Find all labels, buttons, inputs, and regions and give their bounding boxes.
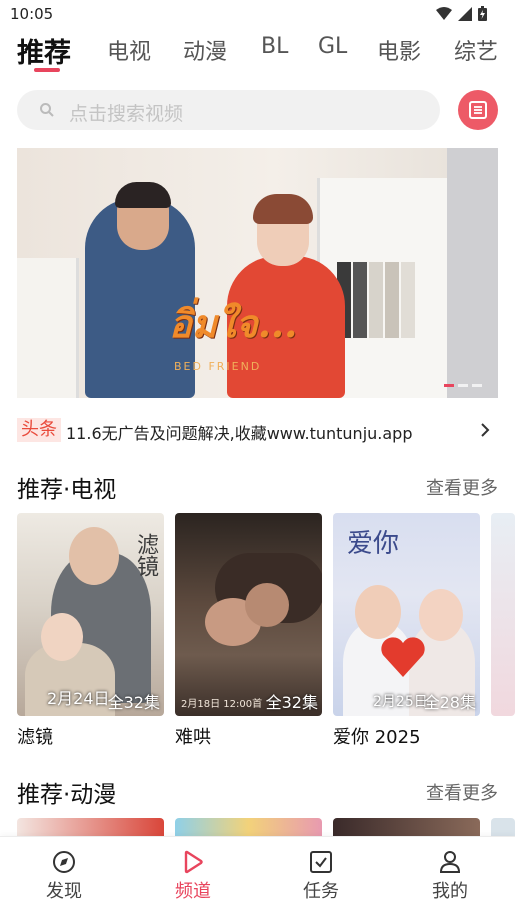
nav-profile-label: 我的 (432, 881, 468, 902)
tab-bl[interactable]: BL (261, 34, 288, 59)
nav-task-label: 任务 (303, 881, 339, 902)
channel-icon (184, 850, 203, 874)
bottom-navigation: 发现 频道 任务 我的 (0, 836, 515, 916)
carousel-dots (444, 384, 482, 387)
section-title-tv: 推荐·电视 (17, 477, 117, 503)
signal-icon (458, 6, 472, 21)
category-tabs: 推荐 电视 动漫 BL GL 电影 综艺 (0, 30, 515, 80)
banner-actor-1-hair (115, 182, 171, 208)
nav-profile[interactable]: 我的 (386, 837, 514, 916)
tv-poster: 爱你 2月25日 全28集 (333, 513, 480, 716)
tab-recommend[interactable]: 推荐 (17, 31, 71, 70)
poster-title-art: 滤镜 (133, 533, 158, 577)
nav-channel[interactable]: 频道 (129, 837, 257, 916)
poster-face (41, 613, 83, 661)
nav-discover[interactable]: 发现 (0, 837, 128, 916)
nav-discover-label: 发现 (46, 881, 82, 902)
tab-anime[interactable]: 动漫 (183, 34, 227, 66)
list-icon (469, 101, 487, 119)
anime-poster[interactable] (333, 818, 480, 836)
status-icons (436, 6, 487, 21)
episode-count: 全28集 (423, 693, 476, 712)
banner-logo: อิ่มใจ... (169, 301, 298, 346)
banner-next-slide-peek (447, 148, 498, 398)
anime-poster[interactable] (17, 818, 164, 836)
search-icon (40, 103, 54, 117)
task-icon (310, 851, 332, 873)
nav-channel-label: 频道 (175, 881, 211, 902)
banner-binder (385, 262, 399, 338)
poster-caption: 2月24日 (47, 689, 110, 708)
wifi-icon (436, 6, 452, 20)
banner-logo-subtitle: BED FRIEND (174, 360, 262, 373)
tv-title: 爱你 2025 (333, 727, 421, 748)
tv-card[interactable]: 爱你 2月25日 全28集 爱你 2025 (333, 513, 480, 748)
tab-movie[interactable]: 电影 (377, 34, 421, 66)
status-time: 10:05 (10, 5, 54, 23)
tv-card[interactable]: 滤镜 2月24日 全32集 滤镜 (17, 513, 164, 748)
tab-gl[interactable]: GL (318, 34, 347, 59)
tv-card[interactable]: 仙 (491, 513, 515, 716)
search-placeholder: 点击搜索视频 (69, 103, 184, 125)
battery-icon (478, 6, 487, 21)
anime-poster[interactable] (175, 818, 322, 836)
more-link-tv[interactable]: 查看更多 (426, 474, 498, 500)
tv-card[interactable]: 2月18日 12:00首 全32集 难哄 (175, 513, 322, 748)
profile-icon (439, 851, 461, 873)
carousel-dot (458, 384, 468, 387)
chevron-right-icon (481, 423, 490, 437)
tv-poster: 2月18日 12:00首 全32集 (175, 513, 322, 716)
tab-tv[interactable]: 电视 (107, 34, 151, 66)
poster-face (245, 583, 289, 627)
episode-count: 全32集 (107, 693, 160, 712)
tv-poster: 滤镜 2月24日 全32集 (17, 513, 164, 716)
active-tab-indicator (34, 68, 60, 72)
headline-tag: 头条 (17, 418, 61, 442)
tv-title: 难哄 (175, 727, 211, 748)
tv-poster (491, 513, 515, 716)
banner-binder (369, 262, 383, 338)
tv-title: 滤镜 (17, 727, 53, 748)
anime-poster[interactable] (491, 818, 515, 836)
poster-caption: 2月18日 12:00首 (181, 699, 263, 710)
episode-count: 全32集 (265, 693, 318, 712)
banner-binder (353, 262, 367, 338)
more-link-anime[interactable]: 查看更多 (426, 779, 498, 805)
poster-face (69, 527, 119, 585)
banner-carousel[interactable]: อิ่มใจ... BED FRIEND (17, 148, 498, 398)
headline-text: 11.6无广告及问题解决,收藏www.tuntunju.app (66, 424, 413, 443)
discover-icon (53, 851, 75, 873)
banner-binder (401, 262, 415, 338)
status-bar: 10:05 (0, 0, 515, 30)
banner-actor-2-hair (253, 194, 313, 224)
search-bar[interactable]: 点击搜索视频 (17, 90, 440, 130)
poster-face (419, 589, 463, 641)
poster-face (355, 585, 401, 639)
poster-caption: 2月25日 (373, 694, 428, 710)
tab-variety[interactable]: 综艺 (454, 34, 498, 66)
heart-balloon-icon (381, 637, 425, 677)
section-title-anime: 推荐·动漫 (17, 782, 117, 808)
headline-notice[interactable]: 头条 11.6无广告及问题解决,收藏www.tuntunju.app (17, 418, 498, 444)
carousel-dot-active (444, 384, 454, 387)
history-list-button[interactable] (458, 90, 498, 130)
banner-shelf-left (17, 258, 79, 398)
carousel-dot (472, 384, 482, 387)
nav-task[interactable]: 任务 (257, 837, 385, 916)
poster-title-art: 爱你 (347, 529, 400, 559)
